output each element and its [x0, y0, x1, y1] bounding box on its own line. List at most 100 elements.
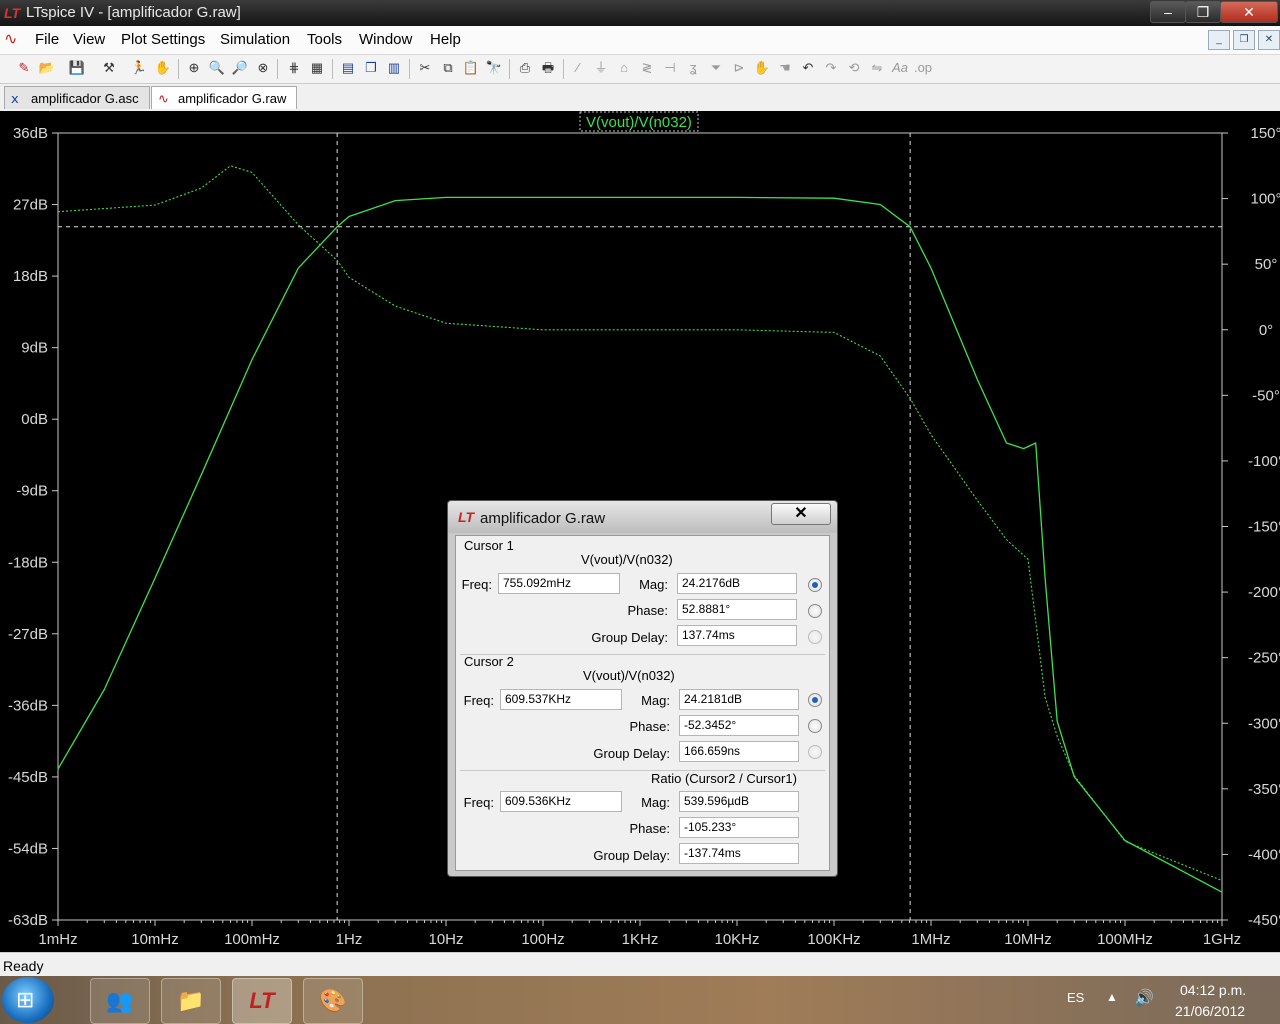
rotate-icon[interactable]: ⟲ [844, 58, 864, 78]
cursor1-group-delay-radio[interactable] [808, 630, 822, 644]
messenger-taskbar-button[interactable]: 👥 [90, 978, 150, 1024]
mdi-restore-button[interactable]: ❐ [1233, 30, 1255, 50]
cursor1-group-delay-label: Group Delay: [591, 630, 668, 645]
ratio-mag-field[interactable]: 539.596µdB [679, 791, 799, 812]
clock-time[interactable]: 04:12 p.m. [1180, 982, 1246, 998]
undo-icon[interactable]: ↶ [798, 58, 818, 78]
run-icon[interactable]: 🏃 [129, 58, 149, 78]
restore-button[interactable]: ❐ [1185, 1, 1221, 23]
waveform-icon[interactable]: ∿ [4, 29, 17, 49]
move-icon[interactable]: ✋ [752, 58, 772, 78]
start-button[interactable]: ⊞ [2, 977, 54, 1023]
paste-icon[interactable]: 📋 [461, 58, 481, 78]
cursor2-phase-field[interactable]: -52.3452° [679, 715, 799, 736]
spice-directive-icon[interactable]: .op [913, 58, 933, 78]
mirror-icon[interactable]: ⇋ [867, 58, 887, 78]
cut-icon[interactable]: ✂ [415, 58, 435, 78]
cursor2-group-delay-radio[interactable] [808, 745, 822, 759]
menu-plot-settings[interactable]: Plot Settings [121, 31, 205, 48]
label-icon[interactable]: ⌂ [614, 58, 634, 78]
tile-vertical-icon[interactable]: ▥ [384, 58, 404, 78]
component-icon[interactable]: ⊳ [729, 58, 749, 78]
wire-icon[interactable]: ∕ [568, 58, 588, 78]
copy-icon[interactable]: ⧉ [438, 58, 458, 78]
zoom-in-icon[interactable]: 🔍 [207, 58, 227, 78]
menu-simulation[interactable]: Simulation [220, 31, 290, 48]
y-right-tick-label: -200° [1248, 584, 1280, 601]
halt-icon[interactable]: ✋ [153, 58, 173, 78]
clock-date[interactable]: 21/06/2012 [1175, 1003, 1245, 1019]
control-panel-icon[interactable]: ⚒ [99, 58, 119, 78]
menu-help[interactable]: Help [430, 31, 461, 48]
messenger-icon: 👥 [106, 988, 134, 1013]
dialog-close-button[interactable]: ✕ [771, 503, 831, 525]
x-tick-label: 100KHz [807, 931, 860, 948]
print-preview-icon[interactable]: ⎙ [515, 58, 535, 78]
cursor1-group-delay-field[interactable]: 137.74ms [677, 625, 797, 646]
show-hidden-icons-icon[interactable]: ▲ [1106, 990, 1118, 1004]
zoom-out-icon[interactable]: 🔎 [230, 58, 250, 78]
ratio-group-delay-field[interactable]: -137.74ms [679, 843, 799, 864]
diode-icon[interactable]: ⏷ [706, 58, 726, 78]
tab-schematic[interactable]: ⅹ amplificador G.asc [4, 86, 150, 109]
menu-view[interactable]: View [73, 31, 105, 48]
cursor1-freq-field[interactable]: 755.092mHz [498, 573, 620, 594]
y-left-tick-label: 36dB [13, 125, 48, 142]
ground-icon[interactable]: ⏚ [591, 58, 611, 78]
dialog-title-bar[interactable]: LT amplificador G.raw ✕ [448, 501, 837, 533]
volume-icon[interactable]: 🔊 [1134, 988, 1154, 1008]
cursor2-mag-field[interactable]: 24.2181dB [679, 689, 799, 710]
y-right-tick-label: -250° [1248, 650, 1280, 667]
explorer-taskbar-button[interactable]: 📁 [161, 978, 221, 1024]
cursor1-mag-radio[interactable] [808, 578, 822, 592]
mdi-close-button[interactable]: ✕ [1258, 30, 1280, 50]
open-icon[interactable]: 📂 [37, 58, 57, 78]
ratio-freq-field[interactable]: 609.536KHz [500, 791, 622, 812]
text-icon[interactable]: Aa [890, 58, 910, 78]
inductor-icon[interactable]: ʓ [683, 58, 703, 78]
cascade-icon[interactable]: ❐ [361, 58, 381, 78]
cursor-dialog[interactable]: LT amplificador G.raw ✕ Cursor 1 V(vout)… [447, 500, 838, 877]
grid-icon[interactable]: ▦ [307, 58, 327, 78]
cursor2-phase-radio[interactable] [808, 719, 822, 733]
zoom-area-icon[interactable]: ⊕ [184, 58, 204, 78]
language-indicator[interactable]: ES [1067, 990, 1084, 1005]
cursor2-mag-radio[interactable] [808, 693, 822, 707]
ratio-group-delay-label: Group Delay: [593, 848, 670, 863]
menu-window[interactable]: Window [359, 31, 412, 48]
resistor-icon[interactable]: ≷ [637, 58, 657, 78]
print-icon[interactable]: 🖶 [538, 58, 558, 78]
autorange-icon[interactable]: ⋕ [284, 58, 304, 78]
y-right-tick-label: 100° [1250, 191, 1280, 208]
tile-horizontal-icon[interactable]: ▤ [338, 58, 358, 78]
save-icon[interactable]: 💾 [67, 58, 87, 78]
find-icon[interactable]: 🔭 [484, 58, 504, 78]
new-schematic-icon[interactable]: ✎ [14, 58, 34, 78]
cursor2-freq-field[interactable]: 609.537KHz [500, 689, 622, 710]
redo-icon[interactable]: ↷ [821, 58, 841, 78]
cursor2-group-delay-field[interactable]: 166.659ns [679, 741, 799, 762]
close-button[interactable]: ✕ [1220, 1, 1278, 23]
y-right-tick-label: -100° [1248, 453, 1280, 470]
x-tick-label: 1MHz [911, 931, 950, 948]
cursor1-phase-field[interactable]: 52.8881° [677, 599, 797, 620]
cursor1-mag-field[interactable]: 24.2176dB [677, 573, 797, 594]
drag-icon[interactable]: ☚ [775, 58, 795, 78]
cursor1-phase-radio[interactable] [808, 604, 822, 618]
status-bar: Ready [0, 952, 1280, 977]
x-tick-label: 1KHz [622, 931, 659, 948]
ratio-phase-label: Phase: [629, 821, 670, 836]
mdi-minimize-button[interactable]: _ [1208, 30, 1230, 50]
capacitor-icon[interactable]: ⊣ [660, 58, 680, 78]
ratio-phase-field[interactable]: -105.233° [679, 817, 799, 838]
x-tick-label: 100mHz [224, 931, 280, 948]
y-right-tick-label: -300° [1248, 715, 1280, 732]
menu-tools[interactable]: Tools [307, 31, 342, 48]
x-tick-label: 100Hz [521, 931, 564, 948]
minimize-button[interactable]: ‒ [1150, 1, 1186, 23]
tab-waveform[interactable]: ∿ amplificador G.raw [151, 86, 297, 109]
ltspice-taskbar-button[interactable]: LT [232, 978, 292, 1024]
zoom-fit-icon[interactable]: ⊗ [253, 58, 273, 78]
paint-taskbar-button[interactable]: 🎨 [303, 978, 363, 1024]
menu-file[interactable]: File [35, 31, 59, 48]
